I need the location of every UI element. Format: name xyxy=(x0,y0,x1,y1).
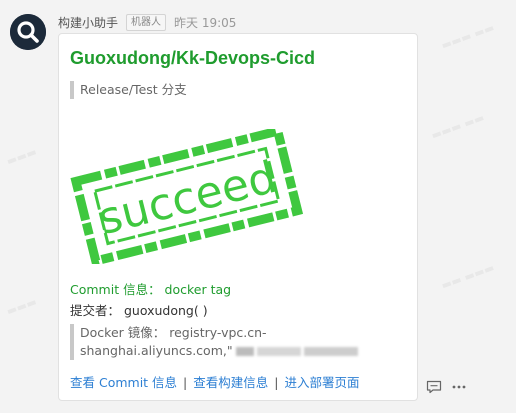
redacted-text xyxy=(256,347,301,356)
watermark: ▬▬▬ ▬▬ xyxy=(429,111,486,142)
watermark: ▬▬ ▬▬▬ xyxy=(439,261,496,292)
redacted-text xyxy=(303,347,358,356)
message-card: Guoxudong/Kk-Devops-Cicd Release/Test 分支… xyxy=(58,33,418,401)
docker-image-quote: Docker 镜像： registry-vpc.cn- shanghai.ali… xyxy=(70,324,410,360)
submitter-info: 提交者： guoxudong( ) xyxy=(70,303,208,318)
more-icon xyxy=(452,385,466,389)
more-button[interactable] xyxy=(449,378,469,396)
docker-image-host: shanghai.aliyuncs.com," xyxy=(80,343,233,358)
succeed-stamp: succeed xyxy=(67,125,307,268)
sender-name: 构建小助手 xyxy=(58,15,119,30)
comment-button[interactable] xyxy=(424,378,444,396)
view-commit-link[interactable]: 查看 Commit 信息 xyxy=(70,375,177,390)
link-separator: | xyxy=(183,375,188,390)
bot-avatar[interactable] xyxy=(10,14,46,50)
message-time: 昨天 19:05 xyxy=(174,15,237,30)
deploy-page-link[interactable]: 进入部署页面 xyxy=(284,375,359,390)
comment-icon xyxy=(426,380,442,394)
docker-image-line-2: shanghai.aliyuncs.com," xyxy=(80,342,410,360)
branch-text: Release/Test 分支 xyxy=(80,82,187,97)
link-separator: | xyxy=(274,375,279,390)
redacted-text xyxy=(235,347,254,356)
search-bot-icon xyxy=(10,14,46,50)
repo-title[interactable]: Guoxudong/Kk-Devops-Cicd xyxy=(70,48,315,69)
action-links: 查看 Commit 信息 | 查看构建信息 | 进入部署页面 xyxy=(70,372,359,391)
watermark: ▬▬▬ ▬▬ xyxy=(439,21,496,52)
docker-image-line-1: Docker 镜像： registry-vpc.cn- xyxy=(80,325,267,340)
message-header: 构建小助手 机器人 昨天 19:05 xyxy=(58,13,237,31)
watermark: ▬▬▬ xyxy=(5,145,39,168)
commit-info: Commit 信息： docker tag xyxy=(70,282,232,297)
watermark: ▬▬▬ xyxy=(5,295,39,318)
branch-quote: Release/Test 分支 xyxy=(70,81,187,99)
view-build-link[interactable]: 查看构建信息 xyxy=(193,375,268,390)
bot-badge: 机器人 xyxy=(126,13,167,31)
